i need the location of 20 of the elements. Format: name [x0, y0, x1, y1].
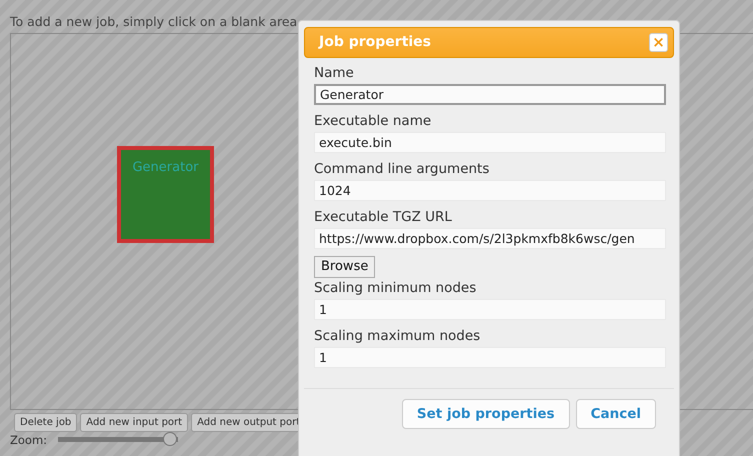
instruction-text: To add a new job, simply click on a blank area — [10, 14, 298, 30]
set-button[interactable]: Set job properties — [402, 398, 570, 429]
toolbar-button[interactable]: Add new input port — [80, 413, 188, 432]
input-field[interactable]: https://www.dropbox.com/s/2l3pkmxfb8k6wsc/gen — [314, 228, 666, 249]
field-label: Name — [314, 64, 355, 82]
zoom-label: Zoom: — [10, 434, 48, 446]
field-label: Command line arguments — [314, 160, 490, 178]
field-label: Scaling maximum nodes — [314, 326, 482, 344]
cancel-button[interactable]: Cancel — [576, 398, 656, 429]
input-field[interactable]: 1 — [314, 346, 666, 368]
field-label: Executable name — [314, 112, 432, 130]
dialog-title: Job properties — [319, 33, 432, 52]
browse-button[interactable]: Browse — [314, 256, 376, 278]
input-field[interactable]: execute.bin — [314, 132, 666, 153]
field-label: Scaling minimum nodes — [314, 278, 478, 296]
field-label: Executable TGZ URL — [314, 208, 453, 226]
toolbar-button[interactable]: Delete job — [14, 413, 78, 432]
input-field[interactable]: Generator — [314, 84, 666, 105]
input-field[interactable]: 1024 — [314, 180, 666, 201]
input-field[interactable]: 1 — [314, 298, 666, 320]
